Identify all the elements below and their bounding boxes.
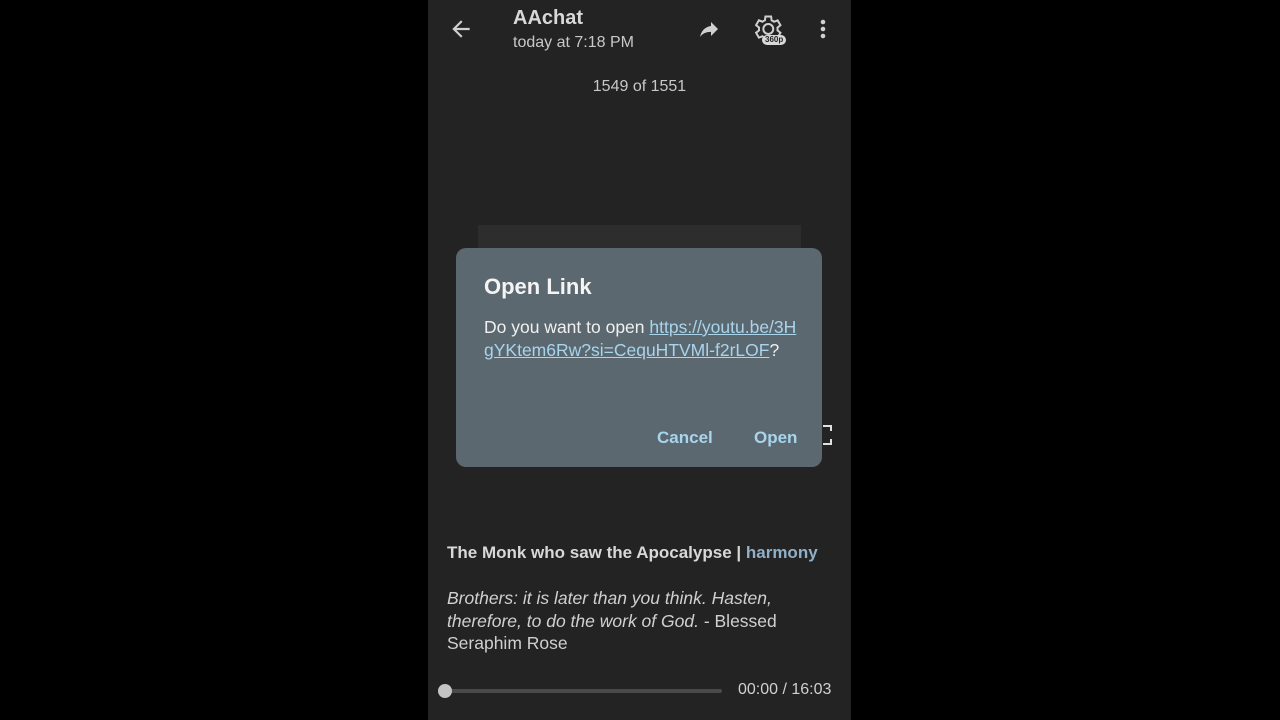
dialog-title: Open Link — [484, 274, 592, 299]
dialog-suffix: ? — [769, 339, 780, 360]
dialog-message: Do you want to open https://youtu.be/3Hg… — [484, 316, 804, 361]
cancel-button[interactable]: Cancel — [657, 428, 713, 448]
title-separator: | — [731, 543, 746, 562]
seek-handle[interactable] — [438, 684, 452, 698]
seek-bar[interactable] — [445, 689, 722, 693]
more-vert-icon[interactable] — [813, 16, 833, 42]
post-title-text: The Monk who saw the Apocalypse — [447, 543, 732, 562]
fullscreen-icon[interactable] — [821, 425, 833, 445]
open-link-dialog: Open Link Do you want to open https://yo… — [456, 248, 822, 467]
phone-screen: AAchat today at 7:18 PM 360p 1549 of 155… — [428, 0, 851, 720]
share-icon[interactable] — [696, 17, 722, 41]
open-button[interactable]: Open — [754, 428, 797, 448]
chat-title: AAchat — [513, 7, 584, 29]
post-title: The Monk who saw the Apocalypse | harmon… — [447, 543, 818, 563]
dialog-prompt: Do you want to open — [484, 317, 650, 337]
back-arrow-icon[interactable] — [448, 16, 474, 42]
playback-time: 00:00 / 16:03 — [738, 681, 832, 698]
message-timestamp: today at 7:18 PM — [513, 34, 634, 51]
post-description: Brothers: it is later than you think. Ha… — [447, 587, 827, 655]
post-tag-link[interactable]: harmony — [746, 543, 818, 562]
quality-badge: 360p — [762, 35, 787, 45]
top-app-bar: AAchat today at 7:18 PM 360p — [428, 0, 851, 62]
media-counter: 1549 of 1551 — [592, 78, 687, 95]
